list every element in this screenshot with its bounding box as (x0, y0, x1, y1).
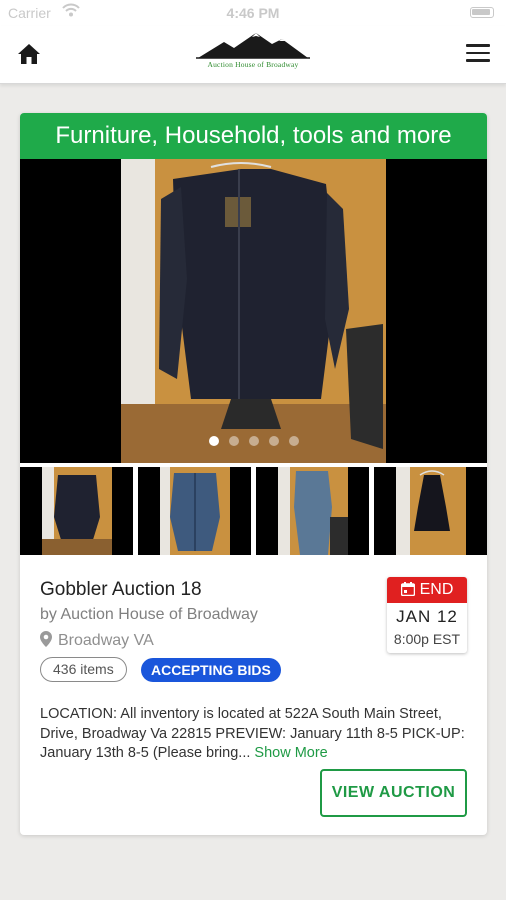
carousel-dots (20, 433, 487, 451)
hamburger-menu-button[interactable] (466, 44, 490, 64)
menu-line (466, 51, 490, 54)
home-button[interactable] (16, 42, 44, 68)
image-carousel[interactable] (20, 159, 487, 463)
carousel-dot[interactable] (268, 436, 279, 446)
status-bar: Carrier 4:46 PM (0, 0, 506, 26)
auction-location: Broadway VA (40, 631, 154, 650)
auction-card: Furniture, Household, tools and more Gob… (20, 113, 487, 835)
thumbnail-denim-coat[interactable] (256, 467, 369, 555)
items-count-badge: 436 items (40, 657, 127, 682)
end-time: 8:00p EST (393, 631, 461, 647)
carousel-dot-active[interactable] (208, 436, 219, 446)
auction-name[interactable]: Gobbler Auction 18 (40, 579, 202, 601)
auctioneer-name: by Auction House of Broadway (40, 606, 258, 623)
view-auction-button[interactable]: VIEW AUCTION (320, 769, 467, 817)
thumbnail-dark-dress[interactable] (374, 467, 487, 555)
leather-jacket-photo (121, 159, 386, 463)
mountain-logo-icon (196, 33, 310, 59)
show-more-link[interactable]: Show More (254, 745, 327, 761)
carousel-dot[interactable] (228, 436, 239, 446)
auction-description: LOCATION: All inventory is located at 52… (40, 705, 470, 764)
thumbnail-strip (20, 467, 487, 559)
end-label: END (387, 577, 467, 603)
menu-line (466, 59, 490, 62)
location-text: Broadway VA (58, 632, 154, 649)
clock: 4:46 PM (226, 5, 280, 21)
description-text: LOCATION: All inventory is located at 52… (40, 706, 465, 761)
status-badge: ACCEPTING BIDS (141, 658, 281, 682)
battery-icon (470, 7, 494, 18)
end-label-text: END (419, 581, 454, 598)
site-logo[interactable]: Auction House of Broadway (188, 30, 318, 80)
top-nav-bar: Auction House of Broadway (0, 26, 506, 84)
calendar-icon (400, 582, 415, 597)
auction-category-title: Furniture, Household, tools and more (20, 113, 487, 159)
end-date-box: END JAN 12 8:00p EST (387, 577, 467, 653)
thumbnail-denim-jacket[interactable] (138, 467, 251, 555)
location-pin-icon (40, 631, 52, 647)
logo-text: Auction House of Broadway (207, 60, 299, 69)
menu-line (466, 44, 490, 47)
carousel-dot[interactable] (248, 436, 259, 446)
home-icon (18, 44, 40, 64)
carousel-dot[interactable] (288, 436, 299, 446)
end-date: JAN 12 (396, 607, 458, 626)
thumbnail-leather-jacket[interactable] (20, 467, 133, 555)
